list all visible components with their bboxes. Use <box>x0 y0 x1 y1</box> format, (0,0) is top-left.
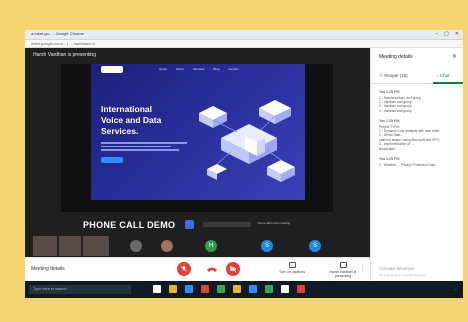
chat-line: Blockchain <box>379 146 395 151</box>
slide-menu-item: Contact <box>228 67 239 71</box>
taskbar-app-icon[interactable] <box>217 285 225 293</box>
presenter-banner: Harsh Vardhan is presenting <box>33 52 96 58</box>
taskbar-app-icon[interactable] <box>297 285 305 293</box>
active-tab-indicator <box>433 82 463 84</box>
mini-note: You're still in the meeting <box>257 221 291 225</box>
caption-text: PHONE CALL DEMO <box>83 220 176 230</box>
participant-avatar[interactable] <box>130 240 142 252</box>
people-icon: ⚇ <box>379 73 384 78</box>
window-title: a.meet.go... - Google Chrome <box>31 31 84 36</box>
chat-sender: You 1:25 PM <box>379 90 400 94</box>
activate-windows-subtitle: Go to Settings to activate Windows. <box>379 273 427 277</box>
windows-taskbar: Type here to search ... <box>25 281 463 298</box>
isometric-illustration <box>199 100 295 182</box>
caption-row: PHONE CALL DEMO You're still in the meet… <box>25 220 370 234</box>
chat-line: 4 - Weather ... Privacy Protected Chat..… <box>379 162 438 167</box>
search-placeholder: Type here to search <box>33 287 67 291</box>
taskbar-icons <box>153 285 305 293</box>
participant-avatar[interactable]: H <box>205 240 217 252</box>
window-controls: – ▢ ✕ <box>435 31 459 37</box>
captions-button[interactable]: Turn on captions <box>275 262 309 274</box>
panel-title: Meeting details <box>379 54 413 60</box>
taskbar-app-icon[interactable] <box>249 285 257 293</box>
url-text: meet.google.com/... | ...?authuser=0 <box>31 41 96 46</box>
tab-people[interactable]: ⚇ People (18) <box>379 73 408 79</box>
slide-menu-item: Services <box>192 67 205 71</box>
photo-frame: a.meet.go... - Google Chrome – ▢ ✕ meet.… <box>0 0 468 322</box>
captions-icon <box>288 262 296 268</box>
chat-sender: You 1:25 PM <box>379 157 400 162</box>
taskbar-app-icon[interactable] <box>153 285 161 293</box>
call-end-icon[interactable] <box>206 264 218 274</box>
participant-avatar[interactable] <box>161 240 173 252</box>
headline-line-1: International <box>101 104 153 114</box>
headline-line-3: Services. <box>101 126 139 136</box>
close-icon[interactable]: ✕ <box>455 31 459 37</box>
chat-sender: You 1:25 PM <box>379 119 400 124</box>
mic-off-icon[interactable] <box>177 262 191 276</box>
participant-avatar[interactable]: S <box>261 240 273 252</box>
address-bar[interactable]: meet.google.com/... | ...?authuser=0 <box>25 40 463 48</box>
system-tray: ... <box>453 286 457 291</box>
activate-windows-title: Activate Windows <box>379 266 415 271</box>
presentation-stage: Home About Services Blog Contact Internation… <box>61 64 333 212</box>
taskbar-app-icon[interactable] <box>185 285 193 293</box>
slide-menu-item: About <box>176 67 184 71</box>
taskbar-app-icon[interactable] <box>201 285 209 293</box>
taskbar-app-icon[interactable] <box>281 285 289 293</box>
participant-strip: HSS <box>25 236 370 256</box>
minimize-icon[interactable]: – <box>435 31 438 37</box>
taskbar-app-icon[interactable] <box>265 285 273 293</box>
screen-share-icon[interactable] <box>185 220 194 229</box>
close-panel-icon[interactable]: ✕ <box>452 53 457 60</box>
participant-video-tile[interactable] <box>83 236 109 256</box>
browser-titlebar: a.meet.go... - Google Chrome – ▢ ✕ <box>25 30 463 40</box>
participant-video-tile[interactable] <box>59 236 81 256</box>
meeting-controls: Meeting details Turn on captions Harsh V… <box>25 257 370 281</box>
shared-slide: Home About Services Blog Contact Internation… <box>91 64 305 200</box>
headline-line-2: Voice and Data <box>101 115 162 125</box>
slide-menu-item: Blog <box>213 67 220 71</box>
slide-headline: International Voice and Data Services. <box>101 104 193 137</box>
more-vert-icon[interactable]: · · · <box>362 262 364 275</box>
participant-avatar[interactable]: S <box>309 240 321 252</box>
chat-message: You 1:25 PM 4 - Weather ... Privacy Prote… <box>379 157 461 167</box>
slide-menu-item: Home <box>159 67 168 71</box>
slide-menu: Home About Services Blog Contact <box>159 67 239 71</box>
panel-tabs: ⚇ People (18) ▫ Chat <box>371 70 463 84</box>
side-panel: Meeting details ✕ ⚇ People (18) ▫ Chat Y… <box>370 48 463 281</box>
slide-navbar: Home About Services Blog Contact <box>91 64 305 74</box>
laptop-screen: a.meet.go... - Google Chrome – ▢ ✕ meet.… <box>25 30 463 298</box>
present-button[interactable]: Harsh Vardhan is presenting <box>325 262 361 278</box>
slide-subtext <box>101 142 187 152</box>
slide-cta-button <box>101 157 123 163</box>
maximize-icon[interactable]: ▢ <box>444 31 449 37</box>
mini-preview-bar[interactable] <box>203 222 251 227</box>
taskbar-search[interactable]: Type here to search <box>29 285 131 294</box>
chat-messages: You 1:25 PM 1 - Harshvardhan, and group 2 … <box>379 90 461 173</box>
tab-chat[interactable]: ▫ Chat <box>437 73 449 78</box>
taskbar-app-icon[interactable] <box>233 285 241 293</box>
camera-off-icon[interactable] <box>226 262 240 276</box>
present-icon <box>339 262 347 268</box>
chat-icon: ▫ <box>437 73 439 78</box>
meeting-details-button[interactable]: Meeting details <box>31 266 65 272</box>
meet-stage-area: Harsh Vardhan is presenting Home About Ser… <box>25 48 370 281</box>
chat-message: You 1:25 PM 1 - Harshvardhan, and group 2 … <box>379 90 461 113</box>
chat-line: 4 - Vardhan and group <box>379 108 412 113</box>
taskbar-app-icon[interactable] <box>169 285 177 293</box>
slide-logo <box>101 66 123 73</box>
participant-video-tile[interactable] <box>33 236 57 256</box>
chat-message: You 1:25 PM Project TYRO: 1 - Dynamic Cost… <box>379 119 461 151</box>
